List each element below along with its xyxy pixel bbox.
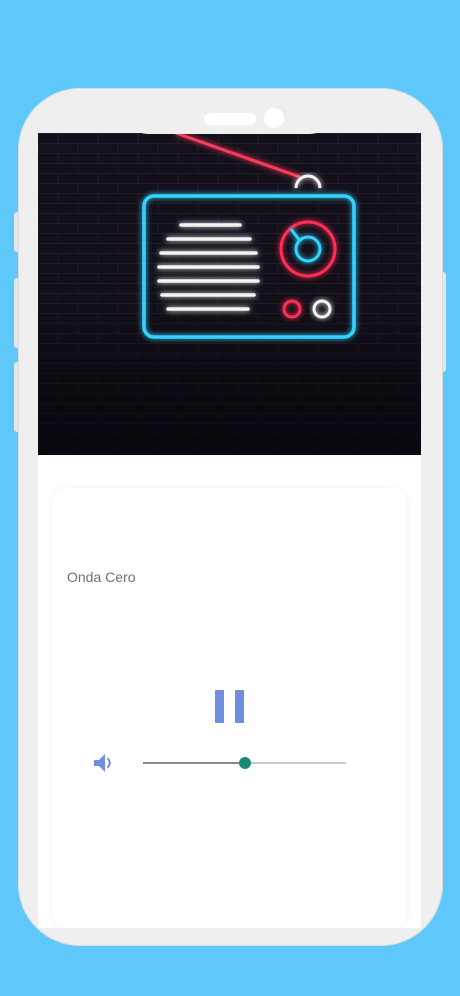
station-name: Onda Cero bbox=[67, 569, 136, 585]
volume-control bbox=[92, 751, 352, 775]
neon-radio-image bbox=[38, 133, 421, 455]
station-artwork bbox=[38, 133, 421, 455]
speaker-volume-icon[interactable] bbox=[92, 751, 116, 775]
player-card: Onda Cero bbox=[52, 488, 407, 928]
phone-notch bbox=[126, 100, 332, 134]
earpiece-speaker bbox=[204, 113, 256, 125]
volume-slider-thumb[interactable] bbox=[238, 757, 251, 769]
pause-button[interactable] bbox=[212, 688, 248, 728]
volume-slider-fill bbox=[143, 762, 245, 764]
front-camera bbox=[264, 108, 284, 128]
app-screen: Onda Cero bbox=[38, 133, 421, 928]
volume-slider[interactable] bbox=[143, 757, 346, 769]
